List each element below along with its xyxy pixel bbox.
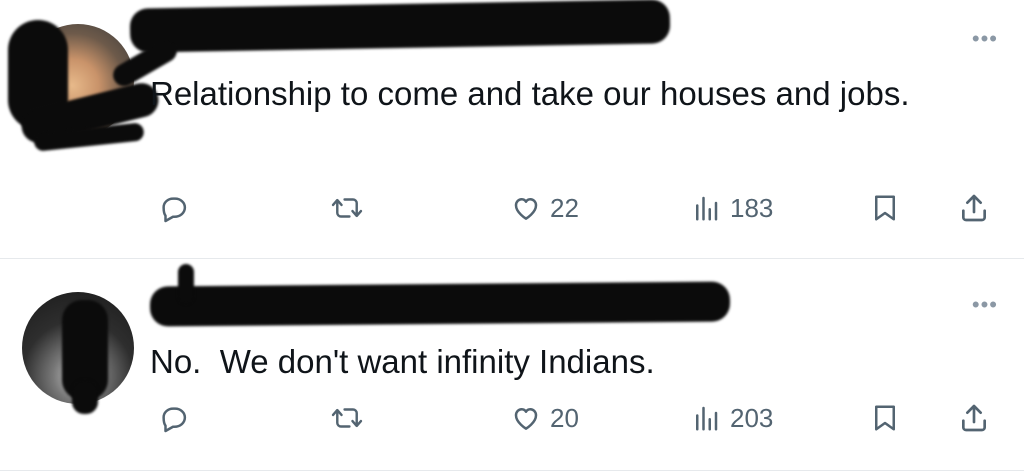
bookmark-icon xyxy=(875,405,895,431)
redaction-mark xyxy=(178,264,194,304)
retweet-button[interactable] xyxy=(330,398,364,438)
more-icon[interactable]: ••• xyxy=(972,294,998,316)
like-icon xyxy=(514,408,538,430)
reply-icon xyxy=(162,197,187,223)
tweet-1[interactable]: ••• Relationship to come and take our ho… xyxy=(0,0,1024,258)
divider xyxy=(0,258,1024,259)
tweet-text: No. We don't want infinity Indians. xyxy=(150,343,655,380)
divider xyxy=(0,470,1024,471)
bookmark-button[interactable] xyxy=(870,188,900,228)
views-icon xyxy=(696,406,718,431)
redaction-mark xyxy=(149,281,731,327)
views-count: 203 xyxy=(730,402,774,433)
like-button[interactable]: 20 xyxy=(510,398,579,438)
views-button[interactable]: 203 xyxy=(690,398,773,438)
share-icon xyxy=(962,404,986,432)
views-count: 183 xyxy=(730,192,774,223)
redaction-mark xyxy=(72,380,98,414)
reply-icon xyxy=(162,407,187,433)
like-button[interactable]: 22 xyxy=(510,188,579,228)
tweet-2[interactable]: ••• No. We don't want infinity Indians. … xyxy=(0,260,1024,473)
reply-button[interactable] xyxy=(158,188,188,228)
action-bar: 20 203 xyxy=(150,398,1010,438)
retweet-icon xyxy=(331,408,363,428)
bookmark-icon xyxy=(875,195,895,221)
share-button[interactable] xyxy=(958,188,990,228)
action-bar: 22 183 xyxy=(150,188,1010,228)
like-icon xyxy=(514,198,538,220)
share-button[interactable] xyxy=(958,398,990,438)
like-count: 20 xyxy=(550,402,579,433)
retweet-icon xyxy=(331,198,363,218)
like-count: 22 xyxy=(550,192,579,223)
views-icon xyxy=(696,196,718,221)
retweet-button[interactable] xyxy=(330,188,364,228)
tweet-text: Relationship to come and take our houses… xyxy=(150,75,910,112)
bookmark-button[interactable] xyxy=(870,398,900,438)
views-button[interactable]: 183 xyxy=(690,188,773,228)
share-icon xyxy=(962,194,986,222)
reply-button[interactable] xyxy=(158,398,188,438)
more-icon[interactable]: ••• xyxy=(972,28,998,50)
